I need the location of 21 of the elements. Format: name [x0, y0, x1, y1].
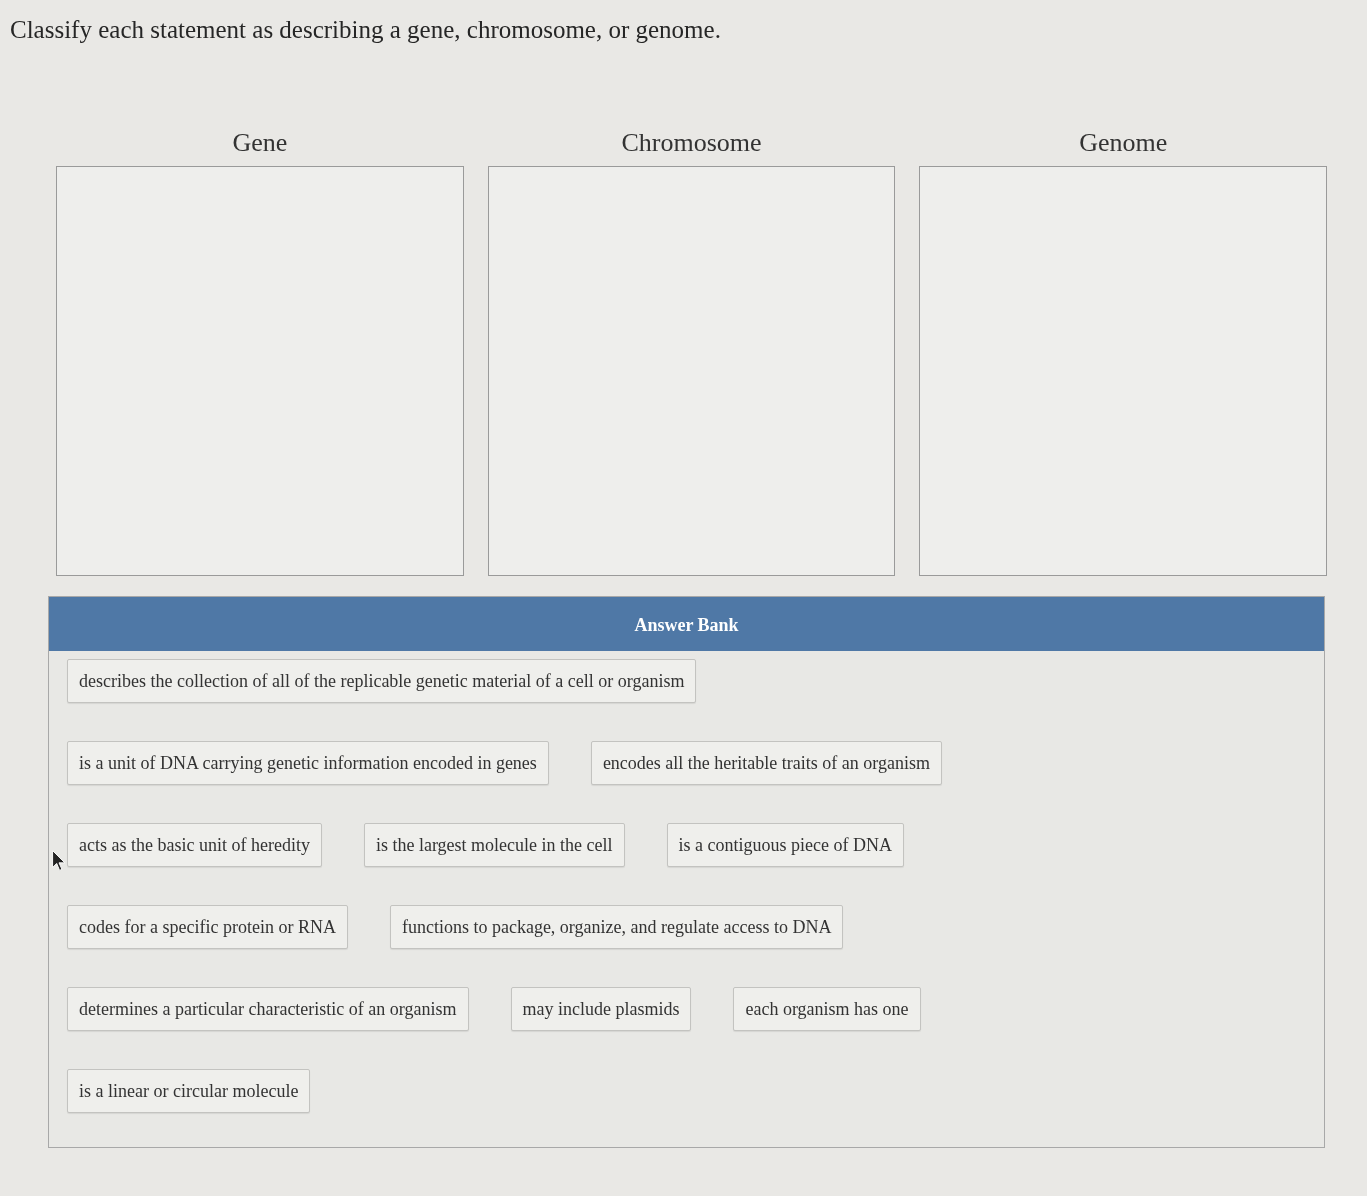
drop-zone[interactable] — [56, 166, 464, 576]
answer-chip[interactable]: determines a particular characteristic of an organism — [67, 987, 469, 1031]
drop-zone[interactable] — [919, 166, 1327, 576]
answer-chip[interactable]: describes the collection of all of the replicable genetic material of a cell or organism — [67, 659, 697, 703]
question-text: Classify each statement as describing a gene, chromosome, or genome. — [10, 15, 722, 45]
answer-chip[interactable]: is the largest molecule in the cell — [363, 823, 625, 867]
answer-chip[interactable]: codes for a specific protein or RNA — [67, 905, 348, 949]
mouse-pointer-icon — [52, 850, 66, 871]
category-label: Gene — [232, 127, 288, 159]
answer-chip[interactable]: is a linear or circular molecule — [67, 1069, 311, 1113]
answer-bank-header: Answer Bank — [49, 597, 1324, 651]
category-label: Chromosome — [621, 127, 762, 159]
answer-chip[interactable]: is a contiguous piece of DNA — [666, 823, 904, 867]
answer-chip[interactable]: is a unit of DNA carrying genetic information encoded in genes — [67, 741, 549, 785]
answer-chip[interactable]: encodes all the heritable traits of an organism — [590, 741, 942, 785]
answer-chip[interactable]: each organism has one — [733, 987, 921, 1031]
drop-zone[interactable] — [487, 166, 896, 576]
answer-chip[interactable]: acts as the basic unit of heredity — [67, 823, 322, 867]
answer-chip[interactable]: functions to package, organize, and regulate access to DNA — [389, 905, 844, 949]
answer-chip[interactable]: may include plasmids — [510, 987, 692, 1031]
category-label: Genome — [1079, 127, 1168, 159]
